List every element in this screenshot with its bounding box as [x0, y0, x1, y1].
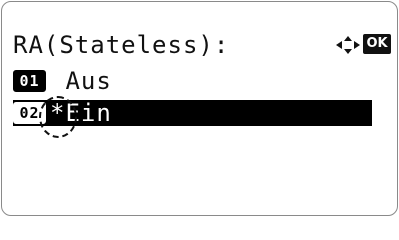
screen-title: RA(Stateless): — [13, 31, 230, 59]
lcd-screen: RA(Stateless): OK 01 Aus 02 *Ein — [1, 1, 398, 216]
ok-icon: OK — [363, 34, 391, 54]
selection-highlight-circle — [39, 96, 77, 138]
option-aus[interactable]: 01 Aus — [13, 68, 373, 94]
option-number: 01 — [13, 70, 46, 92]
four-way-arrow-icon — [336, 36, 360, 54]
option-label: Aus — [50, 67, 112, 95]
